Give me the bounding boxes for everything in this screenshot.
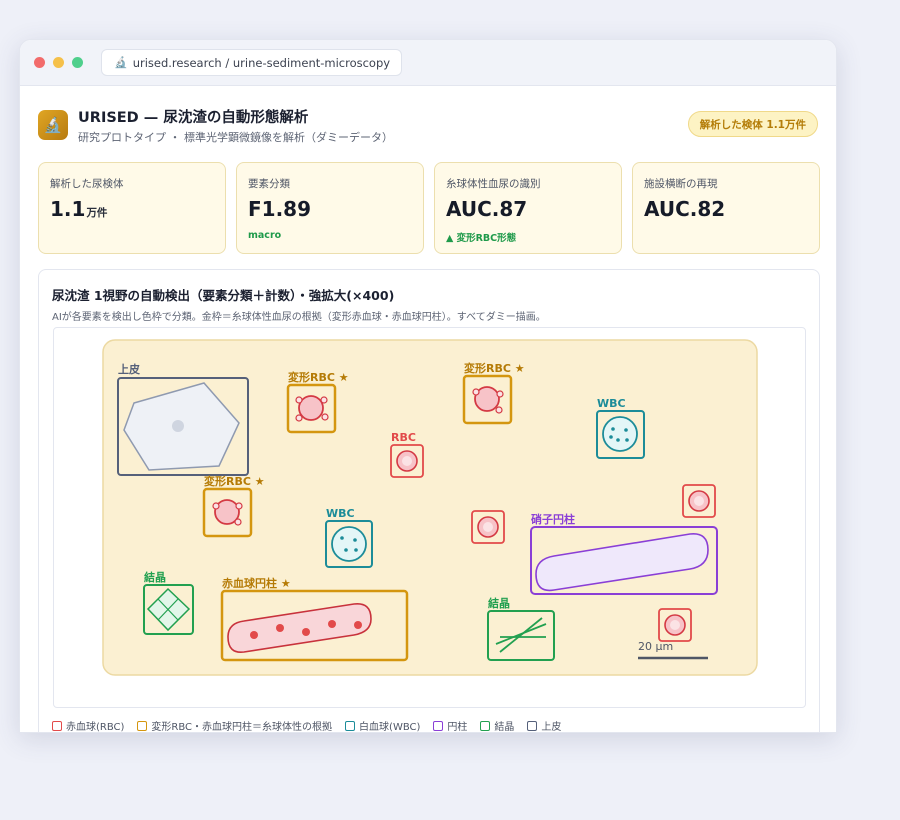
browser-window: 🔬 urised.research / urine-sediment-micro… <box>19 39 837 733</box>
legend-item: 白血球(WBC) <box>345 718 420 732</box>
detection-label: WBC <box>597 397 626 410</box>
legend-item: 変形RBC・赤血球円柱＝糸球体性の根拠 <box>137 718 332 732</box>
detection-label: 上皮 <box>118 362 140 376</box>
legend-swatch <box>527 720 538 731</box>
legend: 赤血球(RBC) 変形RBC・赤血球円柱＝糸球体性の根拠 白血球(WBC) 円柱… <box>52 718 561 732</box>
detection-label: 結晶 <box>144 570 166 584</box>
legend-swatch <box>433 720 444 731</box>
legend-item: 上皮 <box>527 718 561 732</box>
metric-label: 要素分類 <box>248 178 290 190</box>
metric-value: 1.1万件 <box>50 197 108 221</box>
legend-swatch <box>137 720 148 731</box>
metric-label: 施設横断の再現 <box>644 178 718 190</box>
maximize-window-button[interactable] <box>72 57 83 68</box>
metric-label: 解析した尿検体 <box>50 178 124 190</box>
detection-panel: 尿沈渣 1視野の自動検出（要素分類＋計数）・強拡大(×400) AIが各要素を検… <box>38 269 820 732</box>
panel-description: AIが各要素を検出し色枠で分類。金枠＝糸球体性血尿の根拠（変形赤血球・赤血球円柱… <box>52 312 546 323</box>
microscopy-field-svg: 上皮 変形RBC ★ 変形RBC ★ 変形RBC ★ RBC WBC WBC 硝… <box>102 339 758 676</box>
detection-label: 変形RBC ★ <box>288 370 349 384</box>
metric-label: 糸球体性血尿の識別 <box>446 178 541 190</box>
microscope-icon: 🔬 <box>38 110 68 140</box>
detection-label: RBC <box>391 431 416 444</box>
metric-unit: 万件 <box>86 207 108 219</box>
metric-card-classification: 要素分類 F1.89 macro <box>236 162 424 254</box>
metric-value: AUC.82 <box>644 197 726 221</box>
detection-label: 変形RBC ★ <box>464 361 525 375</box>
close-window-button[interactable] <box>34 57 45 68</box>
metric-note: ▲ 変形RBC形態 <box>446 233 517 244</box>
scale-bar-label: 20 µm <box>638 640 673 653</box>
legend-swatch <box>345 720 356 731</box>
metric-card-cross-site: 施設横断の再現 AUC.82 <box>632 162 820 254</box>
address-bar[interactable]: 🔬 urised.research / urine-sediment-micro… <box>101 49 403 76</box>
metric-value: AUC.87 <box>446 197 528 221</box>
minimize-window-button[interactable] <box>53 57 64 68</box>
legend-swatch <box>480 720 491 731</box>
detection-label: 硝子円柱 <box>531 512 575 526</box>
detection-label: 結晶 <box>488 596 510 610</box>
page-title: URISED — 尿沈渣の自動形態解析 <box>78 110 309 126</box>
detection-label: 赤血球円柱 ★ <box>222 576 291 590</box>
browser-titlebar: 🔬 urised.research / urine-sediment-micro… <box>20 40 836 86</box>
legend-item: 円柱 <box>433 718 467 732</box>
metric-card-samples: 解析した尿検体 1.1万件 <box>38 162 226 254</box>
metric-note: macro <box>248 230 282 241</box>
detection-label: 変形RBC ★ <box>204 474 265 488</box>
panel-title: 尿沈渣 1視野の自動検出（要素分類＋計数）・強拡大(×400) <box>52 288 395 303</box>
page-subtitle: 研究プロトタイプ ・ 標準光学顕微鏡像を解析（ダミーデータ） <box>78 131 393 144</box>
microscope-icon: 🔬 <box>114 56 128 69</box>
microscopy-viewer: 上皮 変形RBC ★ 変形RBC ★ 変形RBC ★ RBC WBC WBC 硝… <box>53 327 806 708</box>
legend-item: 赤血球(RBC) <box>52 718 124 732</box>
legend-swatch <box>52 720 62 731</box>
metrics-row: 解析した尿検体 1.1万件 要素分類 F1.89 macro 糸球体性血尿の識別… <box>38 162 820 254</box>
url-text: urised.research / urine-sediment-microsc… <box>132 55 391 70</box>
app-header: 🔬 URISED — 尿沈渣の自動形態解析 研究プロトタイプ ・ 標準光学顕微鏡… <box>38 104 818 144</box>
detection-label: WBC <box>326 507 355 520</box>
metric-value: F1.89 <box>248 197 312 221</box>
legend-item: 結晶 <box>480 718 514 732</box>
metric-card-glomerular-hematuria: 糸球体性血尿の識別 AUC.87 ▲ 変形RBC形態 <box>434 162 622 254</box>
samples-badge: 解析した検体 1.1万件 <box>687 111 818 137</box>
